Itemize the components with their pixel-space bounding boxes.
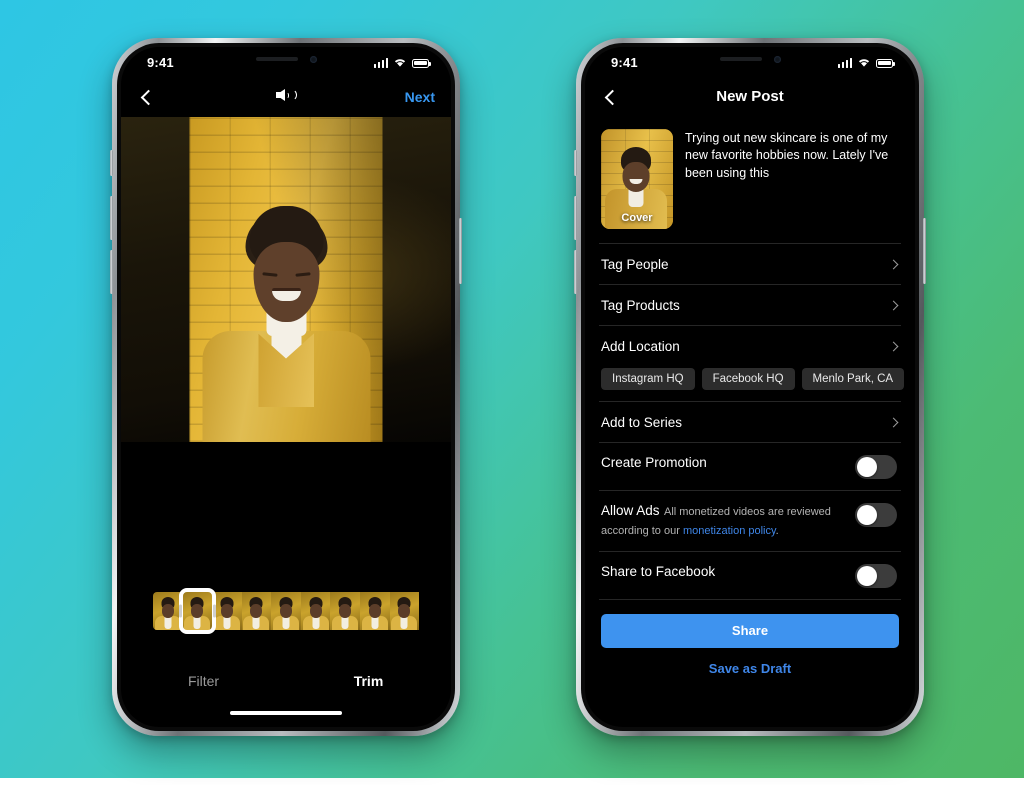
post-navbar: New Post <box>585 77 915 117</box>
toggle-text-column: Allow Ads All monetized videos are revie… <box>601 502 855 540</box>
phone-left-device: 9:41 Next Filter Trim <box>110 38 462 736</box>
toggle-label: Create Promotion <box>601 455 707 470</box>
phone-left-bezel: 9:41 Next Filter Trim <box>117 43 455 731</box>
power-button[interactable] <box>459 218 462 284</box>
row-label: Tag People <box>601 256 669 272</box>
caption-input[interactable]: Trying out new skincare is one of my new… <box>685 129 899 229</box>
allow-ads-subtitle-period: . <box>775 524 779 537</box>
status-time: 9:41 <box>611 54 638 70</box>
notch-right <box>675 47 825 71</box>
back-button[interactable] <box>140 89 157 105</box>
cellular-bars-icon <box>837 57 852 68</box>
toggle-label: Share to Facebook <box>601 563 716 579</box>
row-label: Add to Series <box>601 414 683 430</box>
caption-row: Cover Trying out new skincare is one of … <box>585 117 915 243</box>
cellular-bars-icon <box>373 57 388 68</box>
row-add-location[interactable]: Add Location <box>585 326 915 366</box>
share-to-facebook-toggle[interactable] <box>855 563 897 588</box>
toggle-label: Allow Ads <box>601 503 660 518</box>
filmstrip-frame[interactable] <box>182 592 213 630</box>
phone-right-device: 9:41 New Post Cover Trying out new skinc… <box>574 38 926 736</box>
action-area: Share Save as Draft <box>585 600 915 676</box>
editor-tabs: Filter Trim <box>121 673 451 689</box>
earpiece-speaker-icon <box>719 57 762 61</box>
cover-label: Cover <box>621 212 653 224</box>
battery-icon <box>412 58 431 68</box>
filmstrip-frame[interactable] <box>153 592 183 630</box>
volume-down-button-right[interactable] <box>574 250 577 294</box>
location-chip-instagram-hq[interactable]: Instagram HQ <box>601 368 695 390</box>
tab-filter[interactable]: Filter <box>121 673 286 689</box>
notch <box>211 47 361 71</box>
row-create-promotion: Create Promotion <box>585 443 915 490</box>
monetization-policy-link[interactable]: monetization policy <box>683 525 776 537</box>
new-post-form: Cover Trying out new skincare is one of … <box>585 117 915 727</box>
location-chip-menlo-park[interactable]: Menlo Park, CA <box>801 368 905 390</box>
row-tag-people[interactable]: Tag People <box>585 244 915 284</box>
video-preview[interactable] <box>121 117 451 442</box>
wifi-icon <box>858 58 870 67</box>
filmstrip-frame[interactable] <box>212 592 242 630</box>
mute-switch-right[interactable] <box>574 150 577 176</box>
wifi-icon <box>394 58 406 67</box>
chevron-right-icon <box>888 417 899 427</box>
front-camera-icon <box>309 55 317 63</box>
row-label: Add Location <box>601 338 680 354</box>
row-label: Tag Products <box>601 297 680 313</box>
location-suggestion-chips: Instagram HQ Facebook HQ Menlo Park, CA <box>585 366 915 401</box>
status-icons <box>373 57 431 68</box>
location-chip-facebook-hq[interactable]: Facebook HQ <box>701 368 795 390</box>
navbar-center: New Post <box>585 88 915 106</box>
status-icons <box>837 57 895 68</box>
toggle-text-column: Share to Facebook <box>601 563 855 581</box>
battery-icon <box>876 58 895 68</box>
row-allow-ads: Allow Ads All monetized videos are revie… <box>585 491 915 551</box>
editor-navbar: Next <box>121 77 451 117</box>
phone-left-screen: 9:41 Next Filter Trim <box>121 47 451 727</box>
filmstrip-frame[interactable] <box>241 592 272 630</box>
row-share-to-facebook: Share to Facebook <box>585 552 915 599</box>
share-button[interactable]: Share <box>601 613 899 648</box>
video-frame-image <box>189 117 383 442</box>
toggle-text-column: Create Promotion <box>601 454 855 472</box>
home-indicator[interactable] <box>230 710 342 715</box>
volume-down-button[interactable] <box>110 250 113 294</box>
row-add-to-series[interactable]: Add to Series <box>585 402 915 442</box>
save-as-draft-button[interactable]: Save as Draft <box>601 661 899 676</box>
back-button[interactable] <box>604 89 621 105</box>
filmstrip-frame[interactable] <box>271 592 301 630</box>
speaker-volume-icon[interactable] <box>275 89 297 101</box>
create-promotion-toggle[interactable] <box>855 455 897 479</box>
power-button-right[interactable] <box>923 218 926 284</box>
person-subject <box>190 202 383 442</box>
trim-filmstrip[interactable] <box>153 588 420 634</box>
earpiece-speaker-icon <box>255 57 298 61</box>
next-button[interactable]: Next <box>405 89 435 105</box>
page-title: New Post <box>716 88 784 105</box>
volume-up-button[interactable] <box>110 196 113 240</box>
allow-ads-toggle[interactable] <box>855 503 897 527</box>
phone-right-screen: 9:41 New Post Cover Trying out new skinc… <box>585 47 915 727</box>
bottom-white-strip <box>0 778 1024 785</box>
front-camera-icon <box>773 55 781 63</box>
tab-trim[interactable]: Trim <box>286 673 451 689</box>
phone-right-bezel: 9:41 New Post Cover Trying out new skinc… <box>581 43 919 731</box>
chevron-right-icon <box>888 259 899 269</box>
filmstrip-frame[interactable] <box>389 592 420 630</box>
cover-thumbnail[interactable]: Cover <box>601 129 673 229</box>
volume-up-button-right[interactable] <box>574 196 577 240</box>
row-tag-products[interactable]: Tag Products <box>585 285 915 325</box>
filmstrip-frame[interactable] <box>330 592 360 630</box>
trim-filmstrip-container <box>121 588 451 634</box>
filmstrip-frame[interactable] <box>359 592 390 630</box>
filmstrip-frame[interactable] <box>300 592 331 630</box>
chevron-right-icon <box>888 300 899 310</box>
status-time: 9:41 <box>147 54 174 70</box>
chevron-right-icon <box>888 341 899 351</box>
navbar-center <box>121 88 451 106</box>
mute-switch[interactable] <box>110 150 113 176</box>
